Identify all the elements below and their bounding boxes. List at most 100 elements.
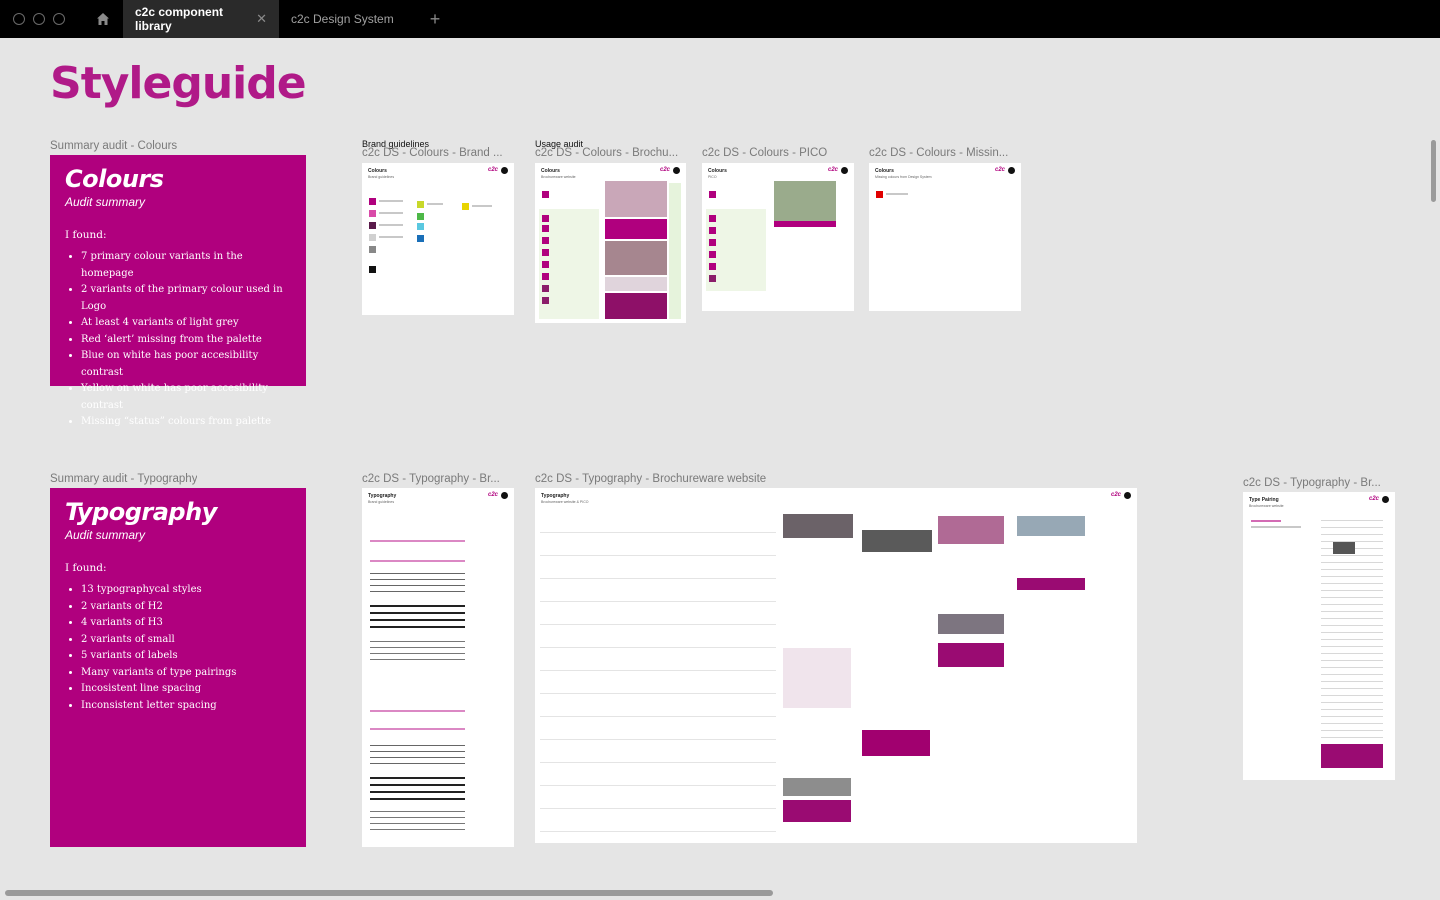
frame-header-title: Colours — [708, 168, 727, 174]
typography-brand-frame[interactable]: Typography Brand guidelines c2c — [362, 488, 514, 847]
frame-label[interactable]: c2c DS - Colours - Missin... — [869, 147, 1019, 159]
frame-label[interactable]: c2c DS - Typography - Brochureware websi… — [535, 473, 835, 485]
page-title: Styleguide — [50, 58, 307, 109]
horizontal-scrollbar[interactable] — [5, 890, 773, 896]
color-swatch — [709, 275, 716, 282]
type-scale-table — [540, 510, 776, 835]
brand-dot-icon — [501, 167, 508, 174]
frame-label[interactable]: Summary audit - Colours — [50, 140, 177, 152]
screenshot-image — [605, 219, 667, 239]
colours-missing-frame[interactable]: Colours Missing colours from Design Syste… — [869, 163, 1021, 311]
tab-component-library[interactable]: c2c component library ✕ — [123, 0, 279, 38]
frame-label[interactable]: c2c DS - Colours - Brochu... — [535, 147, 685, 159]
screenshot-footer — [1321, 744, 1383, 768]
finding-item: Inconsistent letter spacing — [81, 698, 291, 715]
card-intro: I found: — [65, 229, 107, 241]
color-swatch — [709, 227, 716, 234]
color-swatch — [462, 203, 469, 210]
screenshot-image — [1017, 516, 1085, 536]
colours-brochureware-frame[interactable]: Colours Brochureware website c2c — [535, 163, 686, 323]
color-swatch — [369, 198, 376, 205]
tab-design-system[interactable]: c2c Design System — [279, 0, 406, 38]
color-swatch — [542, 215, 549, 222]
frame-header-sub: Missing colours from Design System — [875, 175, 932, 179]
color-swatch — [542, 249, 549, 256]
tab-label: c2c component library — [135, 5, 224, 33]
color-swatch — [709, 191, 716, 198]
typography-brochureware-frame[interactable]: Typography Brochureware website & PICO c2… — [535, 488, 1137, 843]
text-line — [379, 200, 403, 202]
frame-header-title: Colours — [541, 168, 560, 174]
frame-label[interactable]: c2c DS - Typography - Br... — [362, 473, 512, 485]
color-swatch — [417, 235, 424, 242]
card-subheading: Audit summary — [65, 528, 146, 542]
color-swatch — [542, 237, 549, 244]
color-swatch — [542, 285, 549, 292]
close-window-button[interactable] — [13, 13, 25, 25]
text-line — [379, 236, 403, 238]
brand-dot-icon — [501, 492, 508, 499]
screenshot-image — [783, 778, 851, 796]
screenshot-image — [862, 530, 932, 552]
frame-header: Colours Brochureware website — [541, 168, 576, 179]
specimen-text — [370, 774, 465, 800]
color-swatch — [709, 239, 716, 246]
color-swatch — [542, 191, 549, 198]
frame-header: Typography Brochureware website & PICO — [541, 493, 588, 504]
maximize-window-button[interactable] — [53, 13, 65, 25]
frame-label[interactable]: c2c DS - Typography - Br... — [1243, 477, 1393, 489]
frame-header-sub: PICO — [708, 175, 717, 179]
finding-item: 13 typographycal styles — [81, 582, 291, 599]
specimen-headline — [370, 710, 465, 730]
frame-label[interactable]: Summary audit - Typography — [50, 473, 197, 485]
screenshot-footer — [1017, 578, 1085, 590]
typography-summary-card[interactable]: Typography Audit summary I found: 13 typ… — [50, 488, 306, 847]
frame-header-sub: Brand guidelines — [368, 175, 395, 179]
c2c-logo: c2c — [487, 492, 498, 498]
frame-header: Typography Brand guidelines — [368, 493, 396, 504]
colours-pico-frame[interactable]: Colours PICO c2c — [702, 163, 854, 311]
vertical-scrollbar[interactable] — [1431, 140, 1436, 202]
typography-pairing-frame[interactable]: Type Pairing Brochureware website c2c — [1243, 492, 1395, 780]
frame-label[interactable]: c2c DS - Colours - Brand ... — [362, 147, 507, 159]
text-line — [472, 205, 492, 207]
findings-list: 7 primary colour variants in the homepag… — [81, 249, 291, 431]
home-button[interactable] — [83, 0, 123, 38]
c2c-logo: c2c — [487, 167, 498, 173]
screenshot-image — [783, 514, 853, 538]
specimen-headline — [370, 540, 465, 562]
close-tab-icon[interactable]: ✕ — [256, 11, 267, 27]
brand-dot-icon — [841, 167, 848, 174]
color-swatch — [542, 225, 549, 232]
card-subheading: Audit summary — [65, 195, 146, 209]
frame-label[interactable]: c2c DS - Colours - PICO — [702, 147, 852, 159]
frame-header-title: Typography — [541, 493, 570, 499]
brand-dot-icon — [1124, 492, 1131, 499]
colours-summary-card[interactable]: Colours Audit summary I found: 7 primary… — [50, 155, 306, 427]
color-swatch — [709, 251, 716, 258]
finding-item: Missing “status” colours from palette — [81, 414, 291, 431]
annotation-strip — [669, 183, 681, 319]
color-swatch — [369, 210, 376, 217]
minimize-window-button[interactable] — [33, 13, 45, 25]
frame-header-sub: Brand guidelines — [368, 500, 395, 504]
finding-item: 2 variants of small — [81, 632, 291, 649]
findings-list: 13 typographycal styles 2 variants of H2… — [81, 582, 291, 714]
text-line — [1251, 526, 1301, 528]
screenshot-table — [783, 648, 851, 708]
finding-item: Red ‘alert’ missing from the palette — [81, 332, 291, 349]
finding-item: Blue on white has poor accesibility cont… — [81, 348, 291, 381]
color-swatch — [417, 223, 424, 230]
new-tab-icon[interactable]: + — [430, 10, 441, 28]
text-line — [379, 224, 403, 226]
specimen-text — [370, 570, 465, 596]
colours-brand-frame[interactable]: Colours Brand guidelines c2c — [362, 163, 514, 315]
design-canvas[interactable]: Styleguide Summary audit - Colours Colou… — [0, 38, 1440, 900]
text-line — [379, 212, 403, 214]
color-swatch — [542, 297, 549, 304]
screenshot-image — [938, 516, 1004, 544]
frame-header: Colours Missing colours from Design Syste… — [875, 168, 932, 179]
finding-item: 2 variants of H2 — [81, 599, 291, 616]
screenshot-image — [774, 221, 836, 227]
frame-header-title: Colours — [875, 168, 894, 174]
